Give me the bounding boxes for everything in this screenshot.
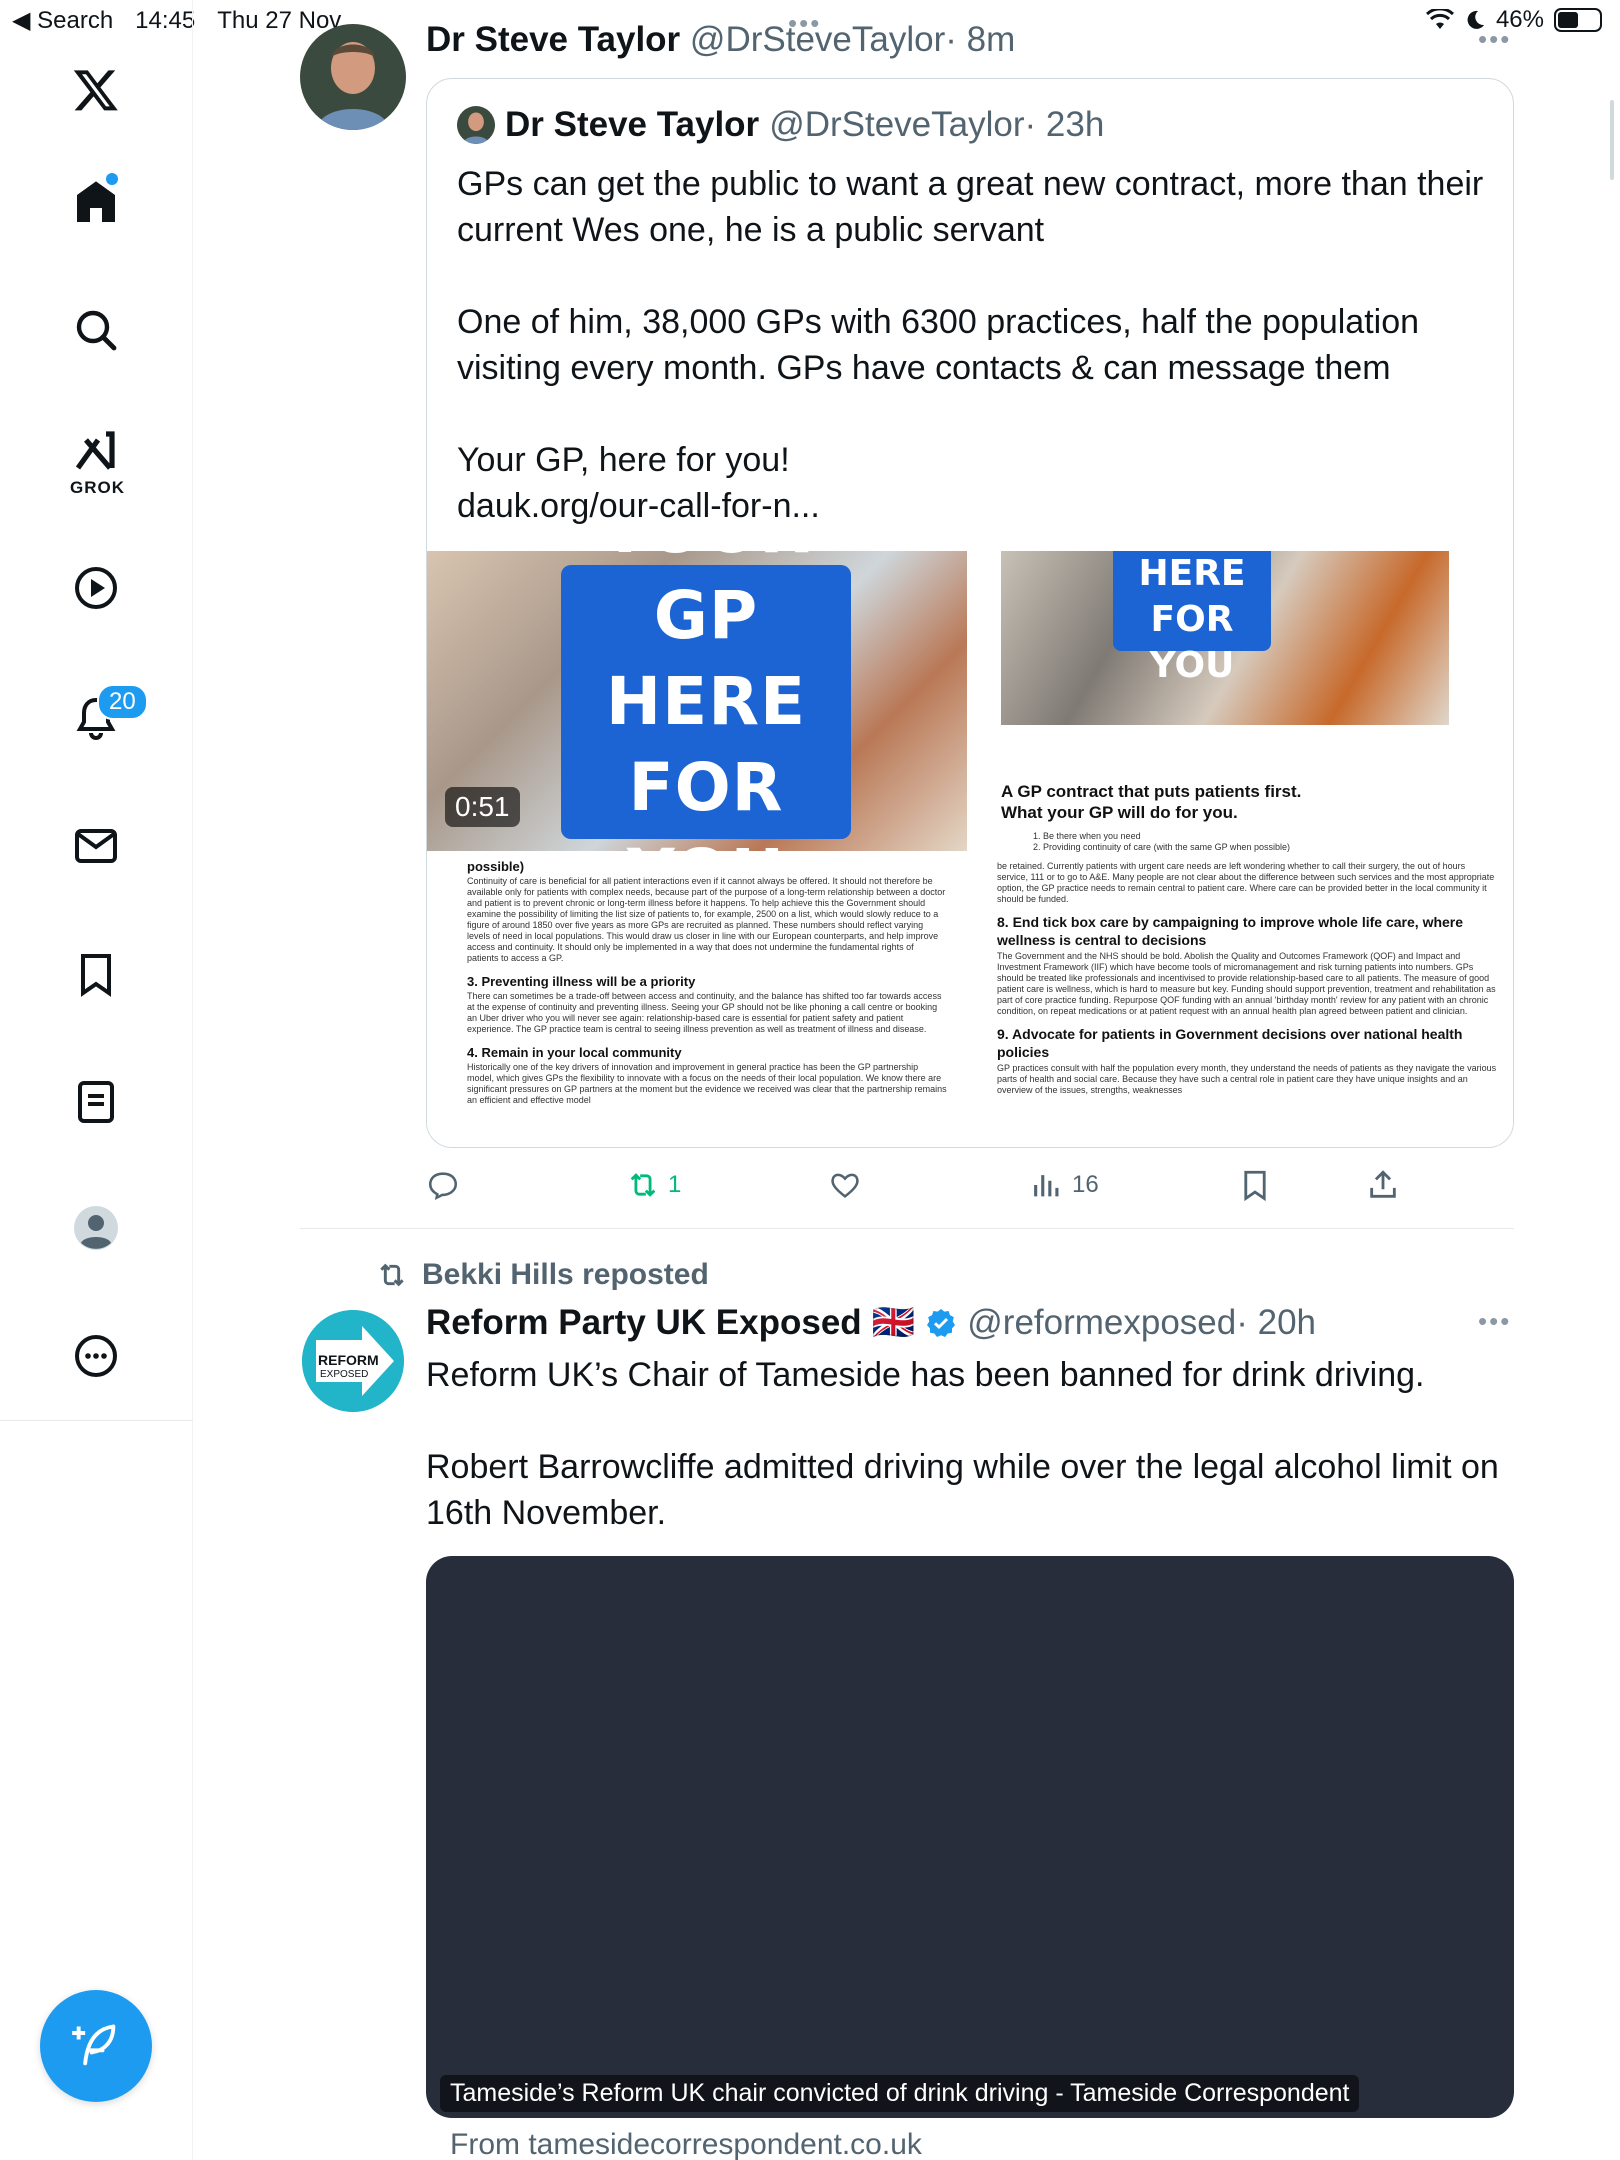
quoted-author-name: Dr Steve Taylor (505, 105, 760, 144)
document-subtitle: A GP contract that puts patients first. … (1001, 782, 1302, 822)
doc-text: The Government and the NHS should be bol… (997, 951, 1496, 1016)
tweet-time[interactable]: · 8m (945, 20, 1015, 59)
doc-text: Historically one of the key drivers of i… (467, 1062, 947, 1105)
reply-button[interactable] (426, 1168, 468, 1202)
share-button[interactable] (1366, 1168, 1400, 1202)
banner-line: HERE (605, 663, 807, 740)
document-page-right: be retained. Currently patients with urg… (997, 861, 1497, 1096)
battery-icon (1554, 8, 1602, 32)
like-button[interactable] (828, 1168, 870, 1202)
tweet-actions: 1 16 (426, 1168, 1426, 1212)
views-chart-icon (1034, 1175, 1059, 1197)
avatar-text: EXPOSED (320, 1369, 368, 1380)
doc-text: be retained. Currently patients with urg… (997, 861, 1495, 904)
uk-flag-icon: 🇬🇧 (871, 1303, 916, 1342)
tweet-paragraph: Reform UK’s Chair of Tameside has been b… (426, 1356, 1425, 1394)
bookmark-button[interactable] (1238, 1168, 1272, 1202)
bookmarks-icon[interactable] (66, 944, 126, 1004)
repost-icon (630, 1173, 656, 1197)
scrollbar[interactable] (1610, 100, 1614, 180)
search-icon[interactable] (66, 300, 126, 360)
home-unread-dot (106, 173, 118, 185)
quoted-tweet-time: · 23h (1024, 105, 1105, 144)
compose-post-button[interactable] (40, 1990, 152, 2102)
list-item: 2. Providing continuity of care (with th… (1033, 842, 1290, 852)
profile-avatar-icon[interactable] (66, 1198, 126, 1258)
banner-line: FOR YOU (1149, 599, 1235, 686)
more-options-icon[interactable] (66, 1326, 126, 1386)
banner-line: YOUR GP (601, 551, 810, 654)
doc-text: GP practices consult with half the popul… (997, 1063, 1497, 1095)
doc-text: Continuity of care is beneficial for all… (467, 876, 946, 963)
author-name[interactable]: Reform Party UK Exposed (426, 1303, 862, 1343)
views-count: 16 (1072, 1171, 1099, 1198)
repost-icon (380, 1263, 404, 1287)
x-logo-icon[interactable] (66, 60, 126, 120)
date: Thu 27 Nov (217, 6, 342, 34)
quoted-paragraph: One of him, 38,000 GPs with 6300 practic… (457, 303, 1420, 387)
doc-heading: 8. End tick box care by campaigning to i… (997, 914, 1464, 948)
repost-indicator[interactable]: Bekki Hills reposted (376, 1258, 709, 1292)
tweet-more-icon[interactable]: ••• (1478, 1306, 1511, 1337)
doc-heading: possible) (467, 859, 525, 874)
doc-heading: 4. Remain in your local community (467, 1045, 682, 1060)
reposted-by-label: Bekki Hills reposted (422, 1258, 709, 1291)
quoted-tweet-text: GPs can get the public to want a great n… (457, 161, 1487, 529)
notifications-badge: 20 (97, 684, 148, 720)
grok-icon[interactable] (66, 422, 126, 482)
tweet-divider (300, 1228, 1514, 1229)
document-banner: HERE FOR YOU (1113, 551, 1271, 686)
video-duration: 0:51 (445, 787, 520, 827)
tweet-paragraph: Robert Barrowcliffe admitted driving whi… (426, 1448, 1499, 1532)
lists-icon[interactable] (66, 1072, 126, 1132)
list-item: 1. Be there when you need (1033, 831, 1141, 841)
avatar-text: REFORM (318, 1352, 379, 1368)
tweet-more-icon[interactable]: ••• (1478, 24, 1511, 55)
heart-icon (831, 1173, 859, 1198)
quoted-paragraph: Your GP, here for you! dauk.org/our-call… (457, 441, 820, 525)
document-list: 1. Be there when you need 2. Providing c… (1033, 831, 1290, 853)
link-preview-card[interactable]: Tameside’s Reform UK chair convicted of … (426, 1556, 1514, 2118)
doc-heading: 9. Advocate for patients in Government d… (997, 1026, 1463, 1060)
compose-feather-icon (72, 2024, 116, 2066)
banner-line: HERE (1138, 553, 1246, 594)
wifi-icon (1425, 9, 1454, 29)
link-card-title: Tameside’s Reform UK chair convicted of … (440, 2075, 1360, 2112)
quoted-tweet[interactable]: Dr Steve Taylor @DrSteveTaylor· 23h GPs … (426, 78, 1514, 1148)
doc-text: There can sometimes be a trade-off betwe… (467, 991, 942, 1034)
views-button[interactable]: 16 (1030, 1168, 1099, 1202)
sidebar-divider (0, 1420, 193, 1421)
verified-badge-icon (927, 1308, 956, 1337)
author-handle[interactable]: @reformexposed (967, 1303, 1236, 1342)
doc-heading: 3. Preventing illness will be a priority (467, 974, 696, 989)
quoted-author-handle: @DrSteveTaylor (769, 105, 1025, 144)
document-page-left: possible) Continuity of care is benefici… (467, 859, 947, 1106)
quoted-paragraph: GPs can get the public to want a great n… (457, 165, 1484, 249)
quoted-author-avatar (457, 106, 495, 144)
author-name[interactable]: Dr Steve Taylor (426, 20, 680, 59)
tweet-time[interactable]: · 20h (1236, 1303, 1316, 1342)
link-card-domain[interactable]: From tamesidecorrespondent.co.uk (450, 2128, 922, 2160)
tweet-text: Reform UK’s Chair of Tameside has been b… (426, 1352, 1516, 1582)
video-media[interactable]: YOUR GP HERE FOR YOU 0:51 possible) Cont… (427, 551, 967, 1147)
reply-icon (428, 1172, 458, 1201)
messages-envelope-icon[interactable] (66, 816, 126, 876)
video-title-banner: YOUR GP HERE FOR YOU (561, 551, 851, 912)
tweet-header: Dr Steve Taylor @DrSteveTaylor· 8m (426, 20, 1015, 60)
video-icon[interactable] (66, 558, 126, 618)
author-handle[interactable]: @DrSteveTaylor (690, 20, 945, 59)
quoted-tweet-header: Dr Steve Taylor @DrSteveTaylor· 23h (457, 105, 1104, 145)
bookmark-icon (1244, 1170, 1266, 1202)
author-avatar[interactable] (300, 24, 406, 130)
share-icon (1370, 1170, 1396, 1198)
grok-label: GROK (70, 478, 125, 497)
author-avatar[interactable]: REFORM EXPOSED (302, 1310, 404, 1412)
sidebar: GROK 20 (0, 0, 193, 2160)
repost-count: 1 (668, 1171, 682, 1198)
tweet-header: Reform Party UK Exposed 🇬🇧 @reformexpose… (426, 1302, 1316, 1343)
repost-button[interactable]: 1 (626, 1168, 681, 1202)
image-media[interactable]: HERE FOR YOU A GP contract that puts pat… (967, 551, 1513, 1147)
